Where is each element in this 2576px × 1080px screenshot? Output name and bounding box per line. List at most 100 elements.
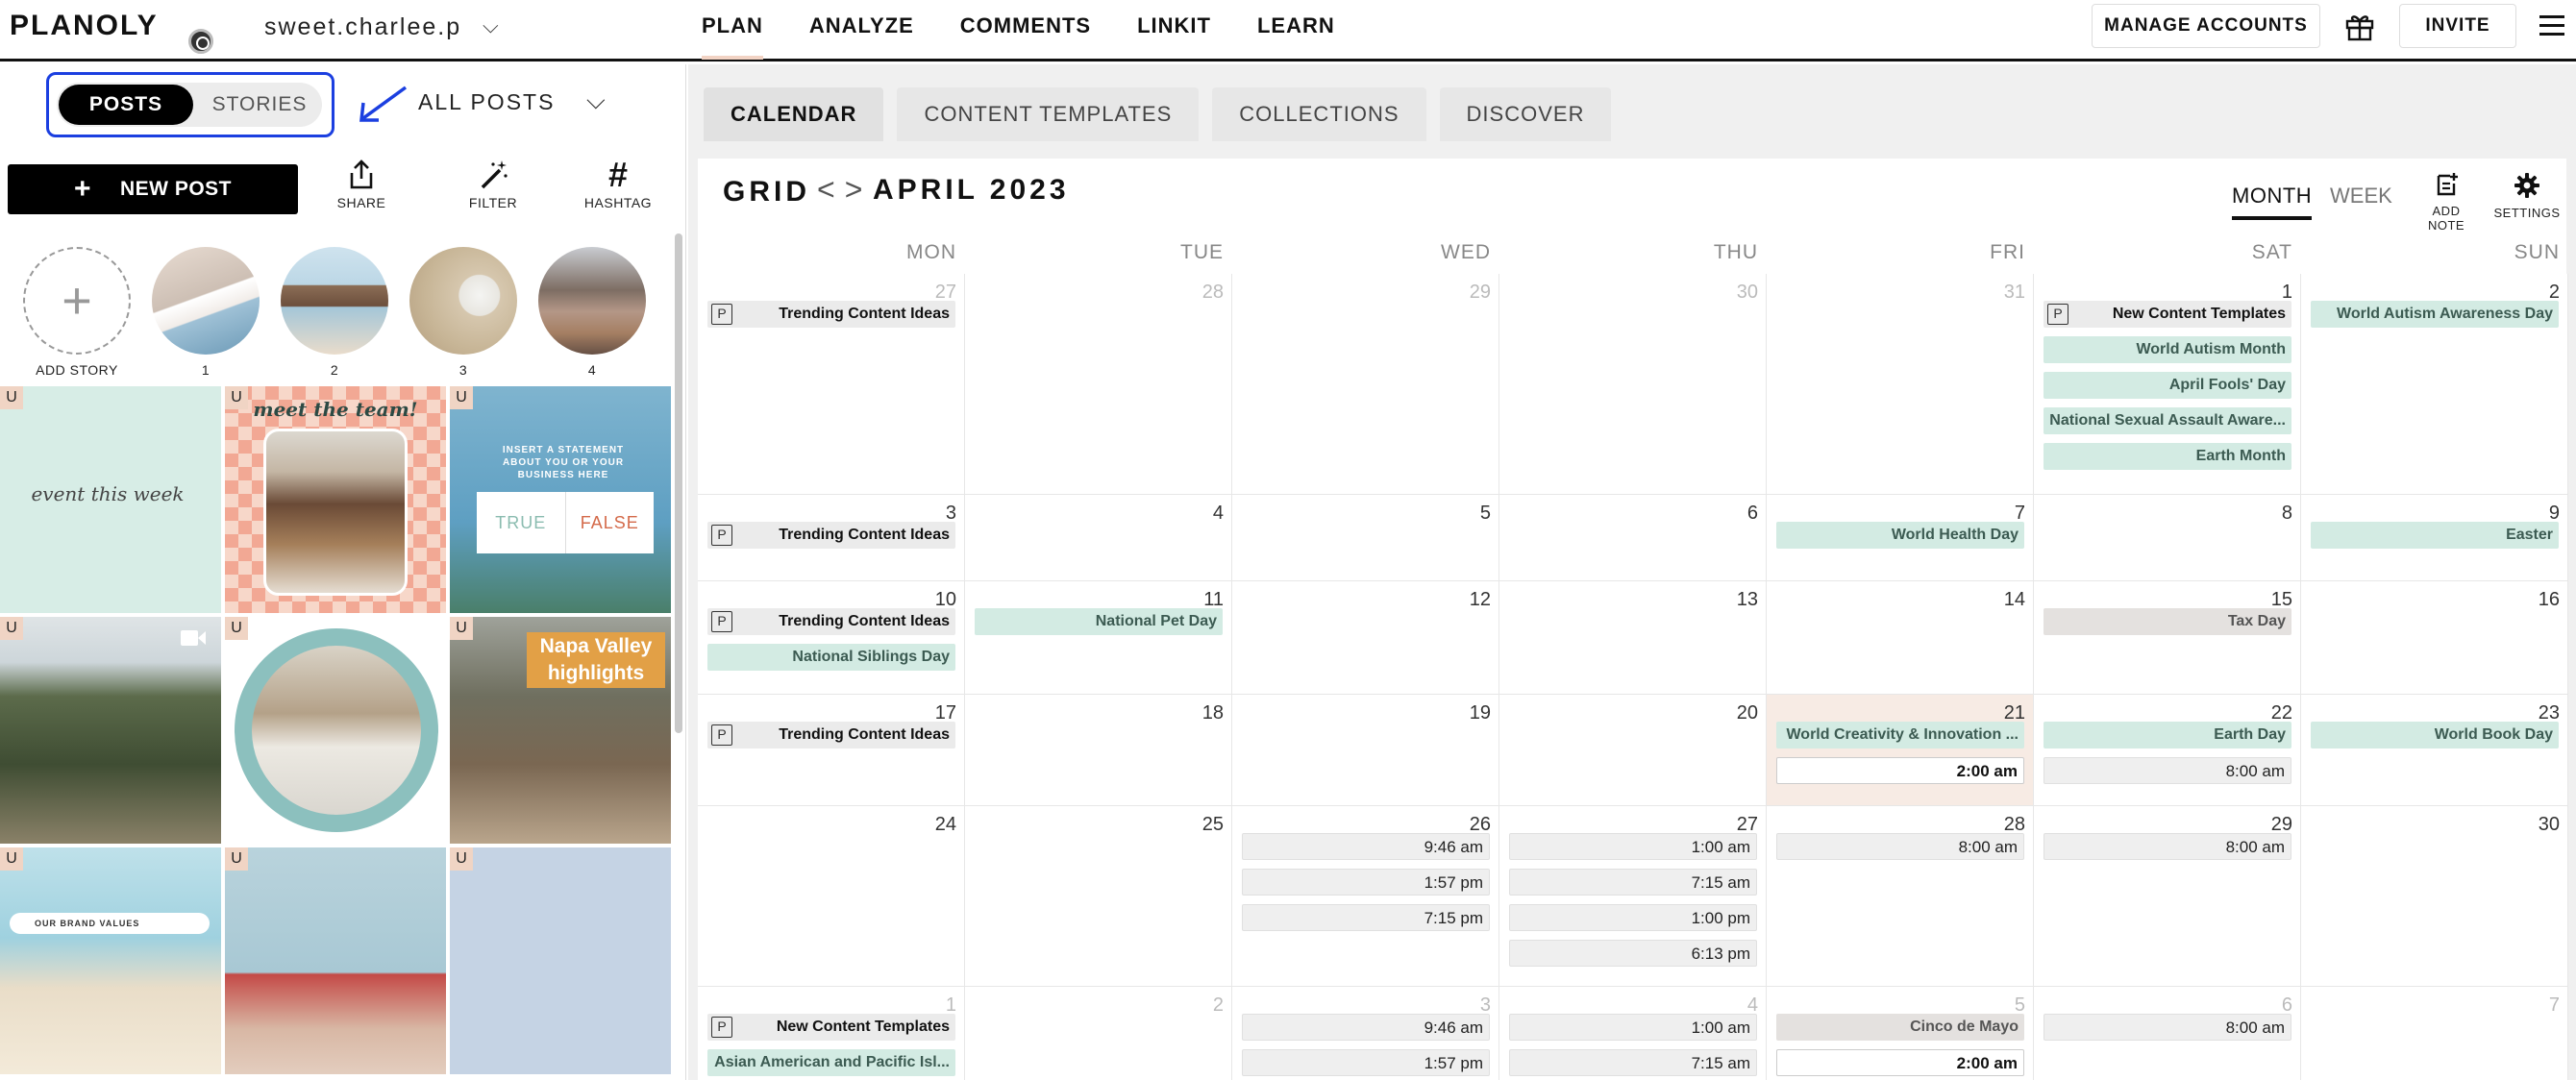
scheduled-post-slot[interactable]: 1:57 pm bbox=[1242, 869, 1490, 896]
chevron-down-icon[interactable]: ⌵ bbox=[483, 13, 499, 38]
nav-linkit[interactable]: LINKIT bbox=[1137, 0, 1211, 60]
tab-calendar[interactable]: CALENDAR bbox=[704, 87, 884, 141]
story-item[interactable]: 1 bbox=[152, 247, 260, 378]
next-month-icon[interactable]: > bbox=[845, 172, 873, 207]
planoly-logo[interactable]: PLANOLY bbox=[10, 10, 159, 42]
calendar-day[interactable]: 11 National Pet Day bbox=[965, 581, 1232, 695]
calendar-day[interactable]: 4 1:00 am 7:15 am bbox=[1499, 987, 1767, 1080]
calendar-day[interactable]: 30 bbox=[1499, 274, 1767, 495]
filter-tool[interactable]: FILTER bbox=[450, 159, 536, 226]
chevron-down-icon[interactable]: ⌵ bbox=[586, 86, 606, 116]
calendar-day[interactable]: 29 bbox=[1232, 274, 1499, 495]
planner-event[interactable]: P Trending Content Ideas bbox=[707, 722, 955, 749]
calendar-day[interactable]: 26 9:46 am 1:57 pm 7:15 pm bbox=[1232, 806, 1499, 987]
calendar-day-today[interactable]: 21 World Creativity & Innovation ... 2:00 … bbox=[1767, 695, 2034, 806]
holiday-event[interactable]: April Fools' Day bbox=[2043, 372, 2291, 399]
hashtag-tool[interactable]: # HASHTAG bbox=[575, 158, 661, 226]
calendar-day[interactable]: 25 bbox=[965, 806, 1232, 987]
calendar-day[interactable]: 22 Earth Day 8:00 am bbox=[2034, 695, 2301, 806]
calendar-day[interactable]: 10 P Trending Content Ideas National Siblin… bbox=[698, 581, 965, 695]
scheduled-post-slot[interactable]: 8:00 am bbox=[2043, 757, 2291, 784]
post-tile[interactable]: meet the team! U bbox=[225, 386, 446, 613]
holiday-event[interactable]: World Autism Month bbox=[2043, 336, 2291, 363]
planner-event[interactable]: P Trending Content Ideas bbox=[707, 522, 955, 549]
calendar-day[interactable]: 30 bbox=[2301, 806, 2568, 987]
planner-event[interactable]: P New Content Templates bbox=[2043, 301, 2291, 328]
calendar-day[interactable]: 28 bbox=[965, 274, 1232, 495]
tab-content-templates[interactable]: CONTENT TEMPLATES bbox=[897, 87, 1200, 141]
calendar-day[interactable]: 3 9:46 am 1:57 pm bbox=[1232, 987, 1499, 1080]
scheduled-post-slot[interactable]: 8:00 am bbox=[1776, 833, 2024, 860]
scheduled-post-slot[interactable]: 7:15 pm bbox=[1242, 904, 1490, 931]
calendar-day[interactable]: 1 P New Content Templates World Autism Mont… bbox=[2034, 274, 2301, 495]
scheduled-post-slot[interactable]: 8:00 am bbox=[2043, 1014, 2291, 1041]
holiday-event[interactable]: Earth Day bbox=[2043, 722, 2291, 749]
holiday-event[interactable]: Easter bbox=[2311, 522, 2559, 549]
calendar-day[interactable]: 5 Cinco de Mayo 2:00 am bbox=[1767, 987, 2034, 1080]
holiday-event[interactable]: National Siblings Day bbox=[707, 644, 955, 671]
post-filter-dropdown[interactable]: ALL POSTS bbox=[418, 89, 555, 115]
planner-event[interactable]: P New Content Templates bbox=[707, 1014, 955, 1041]
calendar-day[interactable]: 13 bbox=[1499, 581, 1767, 695]
holiday-event[interactable]: National Sexual Assault Aware... bbox=[2043, 407, 2291, 434]
stories-toggle[interactable]: STORIES bbox=[199, 83, 320, 127]
calendar-day[interactable]: 18 bbox=[965, 695, 1232, 806]
planner-event[interactable]: P Trending Content Ideas bbox=[707, 301, 955, 328]
holiday-event[interactable]: National Pet Day bbox=[975, 608, 1223, 635]
nav-learn[interactable]: LEARN bbox=[1257, 0, 1335, 60]
post-tile[interactable]: OUR BRAND VALUES U bbox=[0, 847, 221, 1074]
calendar-day[interactable]: 12 bbox=[1232, 581, 1499, 695]
calendar-day[interactable]: 5 bbox=[1232, 495, 1499, 581]
holiday-event[interactable]: World Autism Awareness Day bbox=[2311, 301, 2559, 328]
calendar-day[interactable]: 8 bbox=[2034, 495, 2301, 581]
calendar-day[interactable]: 2 bbox=[965, 987, 1232, 1080]
holiday-event[interactable]: Earth Month bbox=[2043, 443, 2291, 470]
calendar-day[interactable]: 3 P Trending Content Ideas bbox=[698, 495, 965, 581]
prev-month-icon[interactable]: < bbox=[817, 172, 845, 207]
story-item[interactable]: 3 bbox=[409, 247, 517, 378]
calendar-day[interactable]: 7 bbox=[2301, 987, 2568, 1080]
tab-discover[interactable]: DISCOVER bbox=[1439, 87, 1612, 141]
scheduled-post-slot[interactable]: 1:57 pm bbox=[1242, 1049, 1490, 1076]
scheduled-post-slot[interactable]: 9:46 am bbox=[1242, 833, 1490, 860]
view-week-toggle[interactable]: WEEK bbox=[2330, 184, 2392, 209]
post-tile[interactable]: U bbox=[225, 617, 446, 844]
calendar-day[interactable]: 24 bbox=[698, 806, 965, 987]
calendar-day[interactable]: 7 World Health Day bbox=[1767, 495, 2034, 581]
scheduled-post-slot[interactable]: 9:46 am bbox=[1242, 1014, 1490, 1041]
scheduled-post-slot[interactable]: 1:00 am bbox=[1509, 833, 1757, 860]
post-tile[interactable]: Napa Valley highlights U bbox=[450, 617, 671, 844]
scheduled-post-slot[interactable]: 1:00 am bbox=[1509, 1014, 1757, 1041]
invite-button[interactable]: INVITE bbox=[2399, 4, 2516, 48]
calendar-day[interactable]: 4 bbox=[965, 495, 1232, 581]
calendar-day[interactable]: 31 bbox=[1767, 274, 2034, 495]
scheduled-post-slot[interactable]: 6:13 pm bbox=[1509, 940, 1757, 967]
post-tile[interactable]: U bbox=[450, 847, 671, 1074]
calendar-day[interactable]: 28 8:00 am bbox=[1767, 806, 2034, 987]
add-note-button[interactable]: ADD NOTE bbox=[2413, 172, 2480, 233]
menu-icon[interactable] bbox=[2539, 15, 2564, 37]
story-item[interactable]: 4 bbox=[538, 247, 646, 378]
share-tool[interactable]: SHARE bbox=[318, 159, 405, 226]
calendar-day[interactable]: 9 Easter bbox=[2301, 495, 2568, 581]
manage-accounts-button[interactable]: MANAGE ACCOUNTS bbox=[2092, 4, 2320, 48]
scheduled-post-slot[interactable]: 1:00 pm bbox=[1509, 904, 1757, 931]
holiday-event[interactable]: Cinco de Mayo bbox=[1776, 1014, 2024, 1041]
nav-plan[interactable]: PLAN bbox=[702, 0, 763, 60]
post-tile[interactable]: INSERT A STATEMENT ABOUT YOU OR YOUR BUS… bbox=[450, 386, 671, 613]
grid-scrollbar[interactable] bbox=[675, 233, 682, 733]
post-tile[interactable]: U bbox=[0, 617, 221, 844]
new-post-button[interactable]: + NEW POST bbox=[8, 164, 298, 214]
calendar-day[interactable]: 2 World Autism Awareness Day bbox=[2301, 274, 2568, 495]
calendar-day[interactable]: 20 bbox=[1499, 695, 1767, 806]
holiday-event[interactable]: World Health Day bbox=[1776, 522, 2024, 549]
view-month-toggle[interactable]: MONTH bbox=[2232, 184, 2313, 220]
holiday-event[interactable]: World Book Day bbox=[2311, 722, 2559, 749]
calendar-day[interactable]: 15 Tax Day bbox=[2034, 581, 2301, 695]
nav-comments[interactable]: COMMENTS bbox=[960, 0, 1091, 60]
gift-icon[interactable] bbox=[2343, 10, 2376, 42]
holiday-event[interactable]: Tax Day bbox=[2043, 608, 2291, 635]
calendar-day[interactable]: 17 P Trending Content Ideas bbox=[698, 695, 965, 806]
calendar-day[interactable]: 6 8:00 am bbox=[2034, 987, 2301, 1080]
scheduled-post-slot[interactable]: 8:00 am bbox=[2043, 833, 2291, 860]
